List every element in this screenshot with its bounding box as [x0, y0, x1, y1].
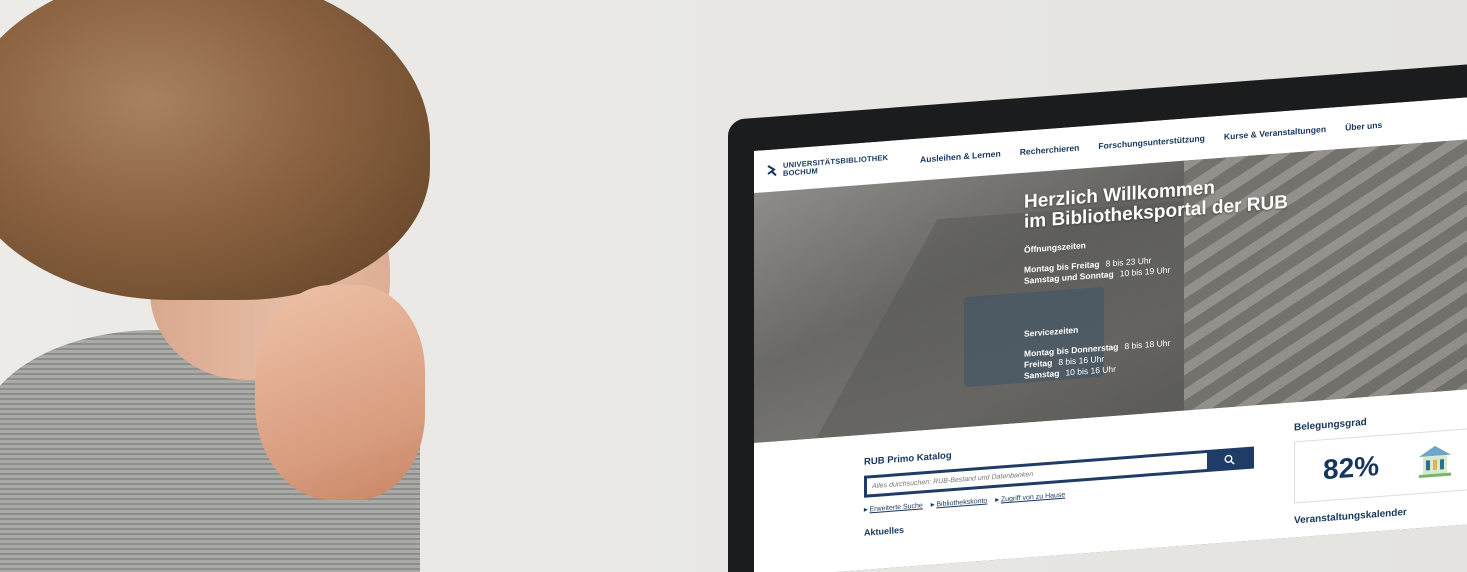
service-days: Samstag — [1024, 368, 1060, 381]
nav-kurse[interactable]: Kurse & Veranstaltungen — [1224, 124, 1326, 142]
link-library-account[interactable]: ▸ Bibliothekskonto — [931, 497, 988, 509]
nav-recherchieren[interactable]: Recherchieren — [1020, 143, 1080, 157]
monitor: UNIVERSITÄTSBIBLIOTHEK BOCHUM Ausleihen … — [728, 34, 1467, 572]
occupancy-section: Belegungsgrad 82% Veranstaltungskalender — [1294, 409, 1467, 527]
nav-forschung[interactable]: Forschungsunterstützung — [1098, 133, 1204, 151]
person-hair — [0, 0, 430, 300]
service-time: 8 bis 18 Uhr — [1124, 337, 1171, 352]
occupancy-widget: 82% — [1294, 427, 1467, 504]
link-advanced-search[interactable]: ▸ Erweiterte Suche — [864, 501, 923, 513]
link-remote-access[interactable]: ▸ Zugriff von zu Hause — [995, 491, 1065, 504]
search-icon — [1224, 454, 1235, 465]
nav-ueber-uns[interactable]: Über uns — [1345, 120, 1382, 133]
hero-text: Herzlich Willkommen im Bibliotheksportal… — [1024, 173, 1288, 382]
link-label[interactable]: Erweiterte Suche — [870, 502, 923, 513]
link-label[interactable]: Zugriff von zu Hause — [1001, 492, 1065, 504]
monitor-screen: UNIVERSITÄTSBIBLIOTHEK BOCHUM Ausleihen … — [754, 97, 1467, 572]
nav-ausleihen[interactable]: Ausleihen & Lernen — [920, 148, 1001, 164]
person-hand — [255, 285, 425, 500]
occupancy-value: 82% — [1323, 450, 1380, 486]
event-calendar-heading: Veranstaltungskalender — [1294, 506, 1407, 527]
hero-title: Herzlich Willkommen im Bibliotheksportal… — [1024, 173, 1288, 232]
link-label[interactable]: Bibliothekskonto — [936, 498, 987, 509]
rub-logo-icon — [767, 165, 777, 177]
person-photo — [0, 0, 470, 572]
catalog-section: RUB Primo Katalog ▸Erweiterte Suche ▸Bib… — [864, 427, 1254, 538]
library-building-icon — [1419, 445, 1452, 479]
search-button[interactable] — [1207, 450, 1251, 469]
library-logo[interactable]: UNIVERSITÄTSBIBLIOTHEK BOCHUM — [766, 153, 906, 180]
logo-text: UNIVERSITÄTSBIBLIOTHEK BOCHUM — [783, 153, 888, 178]
